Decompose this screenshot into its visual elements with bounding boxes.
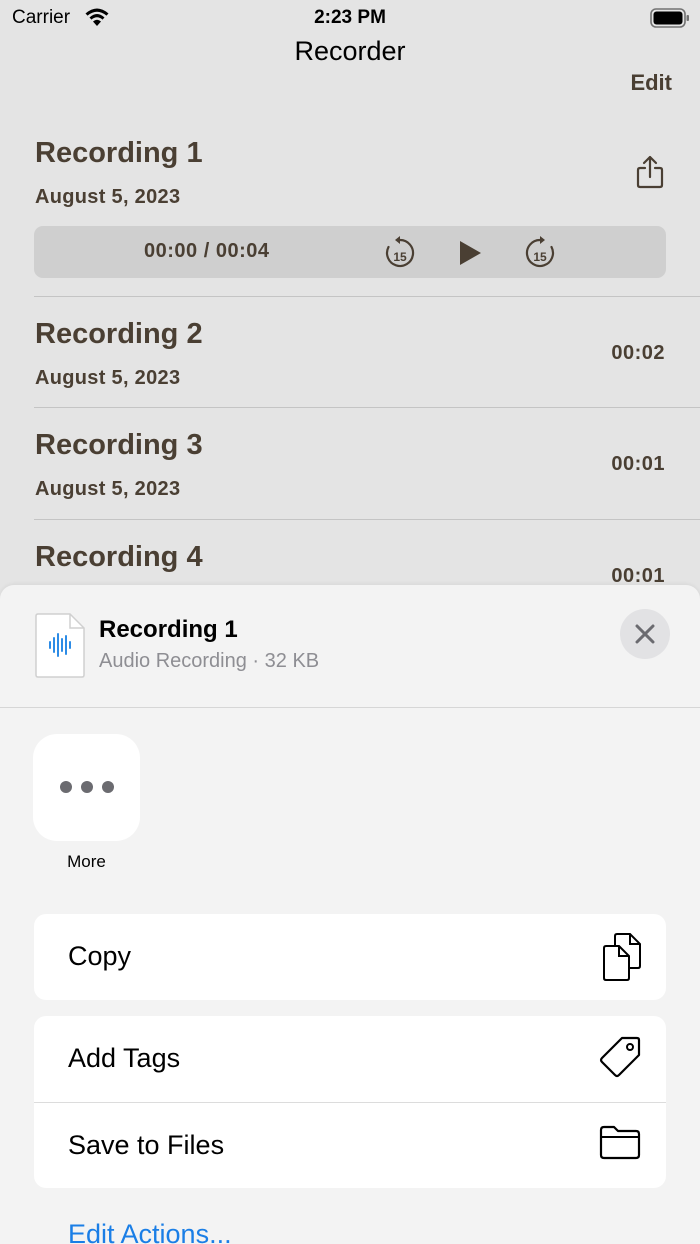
recording-title: Recording 2 bbox=[35, 318, 203, 350]
tag-icon bbox=[599, 1036, 641, 1078]
close-button[interactable] bbox=[620, 609, 670, 659]
copy-action-group: Copy bbox=[34, 914, 666, 1000]
recording-date: August 5, 2023 bbox=[35, 478, 181, 500]
recording-title: Recording 1 bbox=[35, 137, 203, 169]
add-tags-action[interactable]: Add Tags bbox=[34, 1016, 666, 1102]
ellipsis-icon bbox=[60, 781, 114, 793]
action-label: Add Tags bbox=[68, 1043, 181, 1073]
svg-text:15: 15 bbox=[533, 250, 547, 264]
nav-title: Recorder bbox=[294, 36, 406, 66]
share-sheet: Recording 1 Audio Recording · 32 KB More… bbox=[0, 585, 700, 1244]
share-icon[interactable] bbox=[636, 155, 664, 189]
status-time: 2:23 PM bbox=[314, 7, 386, 28]
row-divider bbox=[34, 296, 700, 297]
svg-text:15: 15 bbox=[393, 250, 407, 264]
recording-duration: 00:01 bbox=[611, 453, 665, 475]
edit-button[interactable]: Edit bbox=[630, 70, 672, 96]
save-to-files-action[interactable]: Save to Files bbox=[34, 1102, 666, 1188]
folder-icon bbox=[599, 1125, 641, 1160]
play-icon[interactable] bbox=[458, 240, 482, 266]
more-button[interactable] bbox=[33, 734, 140, 841]
sheet-file-subtitle: Audio Recording · 32 KB bbox=[99, 650, 320, 672]
battery-icon bbox=[650, 8, 689, 28]
row-divider bbox=[34, 519, 700, 520]
player-time: 00:00 / 00:04 bbox=[144, 240, 270, 262]
recording-date: August 5, 2023 bbox=[35, 186, 181, 208]
recording-date: August 5, 2023 bbox=[35, 367, 181, 389]
copy-icon bbox=[603, 933, 641, 981]
recording-duration: 00:02 bbox=[611, 342, 665, 364]
edit-actions-link[interactable]: Edit Actions... bbox=[68, 1219, 232, 1244]
skip-forward-15-icon[interactable]: 15 bbox=[524, 236, 556, 270]
sheet-file-title: Recording 1 bbox=[99, 616, 238, 643]
audio-file-icon bbox=[35, 613, 85, 678]
row-divider bbox=[34, 407, 700, 408]
more-label: More bbox=[67, 852, 106, 871]
sheet-divider bbox=[0, 707, 700, 708]
file-action-group: Add Tags Save to Files bbox=[34, 1016, 666, 1188]
close-icon bbox=[635, 624, 655, 644]
copy-action[interactable]: Copy bbox=[34, 914, 666, 1000]
audio-player: 00:00 / 00:04 15 15 bbox=[34, 226, 666, 278]
recording-title: Recording 4 bbox=[35, 541, 203, 573]
action-label: Save to Files bbox=[68, 1130, 225, 1160]
skip-back-15-icon[interactable]: 15 bbox=[384, 236, 416, 270]
recording-title: Recording 3 bbox=[35, 429, 203, 461]
action-label: Copy bbox=[68, 941, 132, 971]
status-bar: Carrier 2:23 PM bbox=[0, 0, 700, 36]
